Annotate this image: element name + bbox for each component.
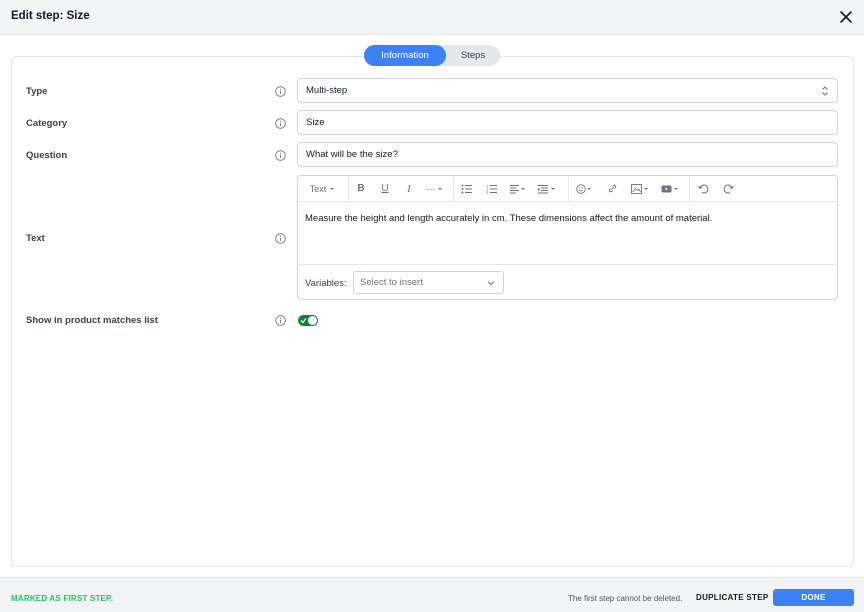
show-in-matches-label: Show in product matches list	[26, 315, 158, 326]
variables-label: Variables:	[305, 278, 347, 289]
done-button[interactable]: DONE	[773, 589, 854, 606]
rich-text-editor[interactable]: Text B U I ··· 123 Measure the height an…	[297, 175, 838, 300]
editor-content[interactable]: Measure the height and length accurately…	[305, 213, 712, 224]
question-value: What will be the size?	[306, 149, 398, 160]
more-format-dropdown[interactable]: ···	[421, 180, 449, 198]
numbered-list-icon[interactable]: 123	[480, 180, 504, 198]
chevron-down-icon	[487, 281, 495, 286]
editor-toolbar: Text B U I ··· 123	[298, 175, 837, 202]
toggle-knob	[308, 316, 317, 325]
emoji-dropdown-icon[interactable]	[569, 180, 599, 198]
category-input[interactable]: Size	[297, 110, 838, 135]
image-dropdown-icon[interactable]	[625, 180, 655, 198]
category-value: Size	[306, 117, 325, 128]
modal-header: Edit step: Size	[0, 0, 864, 35]
show-in-matches-toggle[interactable]	[298, 315, 318, 326]
undo-icon[interactable]	[690, 180, 716, 198]
first-step-status: MARKED AS FIRST STEP.	[11, 594, 113, 603]
info-icon[interactable]	[275, 150, 286, 161]
question-input[interactable]: What will be the size?	[297, 142, 838, 167]
tab-information[interactable]: Information	[364, 45, 446, 66]
bold-icon[interactable]: B	[349, 180, 373, 198]
variables-placeholder: Select to insert	[360, 277, 423, 288]
svg-text:3: 3	[486, 191, 488, 194]
category-label: Category	[26, 118, 68, 129]
tab-switcher: Information Steps	[364, 45, 500, 66]
bullet-list-icon[interactable]	[454, 180, 480, 198]
type-label: Type	[26, 86, 48, 97]
redo-icon[interactable]	[716, 180, 740, 198]
modal-title: Edit step: Size	[11, 10, 90, 22]
variables-select[interactable]: Select to insert	[353, 271, 504, 294]
align-dropdown-icon[interactable]	[504, 180, 532, 198]
editor-footer: Variables: Select to insert	[298, 264, 837, 299]
text-style-label: Text	[309, 183, 327, 194]
link-icon[interactable]	[599, 180, 625, 198]
info-icon[interactable]	[275, 233, 286, 244]
text-style-dropdown[interactable]: Text	[298, 180, 348, 198]
type-value: Multi-step	[306, 85, 348, 96]
duplicate-step-button[interactable]: DUPLICATE STEP	[696, 593, 769, 602]
italic-icon[interactable]: I	[397, 180, 421, 198]
info-icon[interactable]	[275, 315, 286, 326]
question-label: Question	[26, 150, 68, 161]
close-icon[interactable]	[838, 9, 854, 25]
updown-chevron-icon	[822, 86, 828, 96]
more-label: ···	[426, 183, 436, 194]
info-icon[interactable]	[275, 86, 286, 97]
underline-icon[interactable]: U	[373, 180, 397, 198]
tab-steps[interactable]: Steps	[446, 45, 500, 66]
info-icon[interactable]	[275, 118, 286, 129]
check-icon	[300, 318, 307, 324]
cannot-delete-note: The first step cannot be deleted.	[568, 594, 683, 603]
video-dropdown-icon[interactable]	[655, 180, 685, 198]
text-label: Text	[26, 233, 45, 244]
modal-footer: MARKED AS FIRST STEP. The first step can…	[0, 577, 864, 612]
indent-dropdown-icon[interactable]	[532, 180, 562, 198]
type-select[interactable]: Multi-step	[297, 78, 838, 103]
